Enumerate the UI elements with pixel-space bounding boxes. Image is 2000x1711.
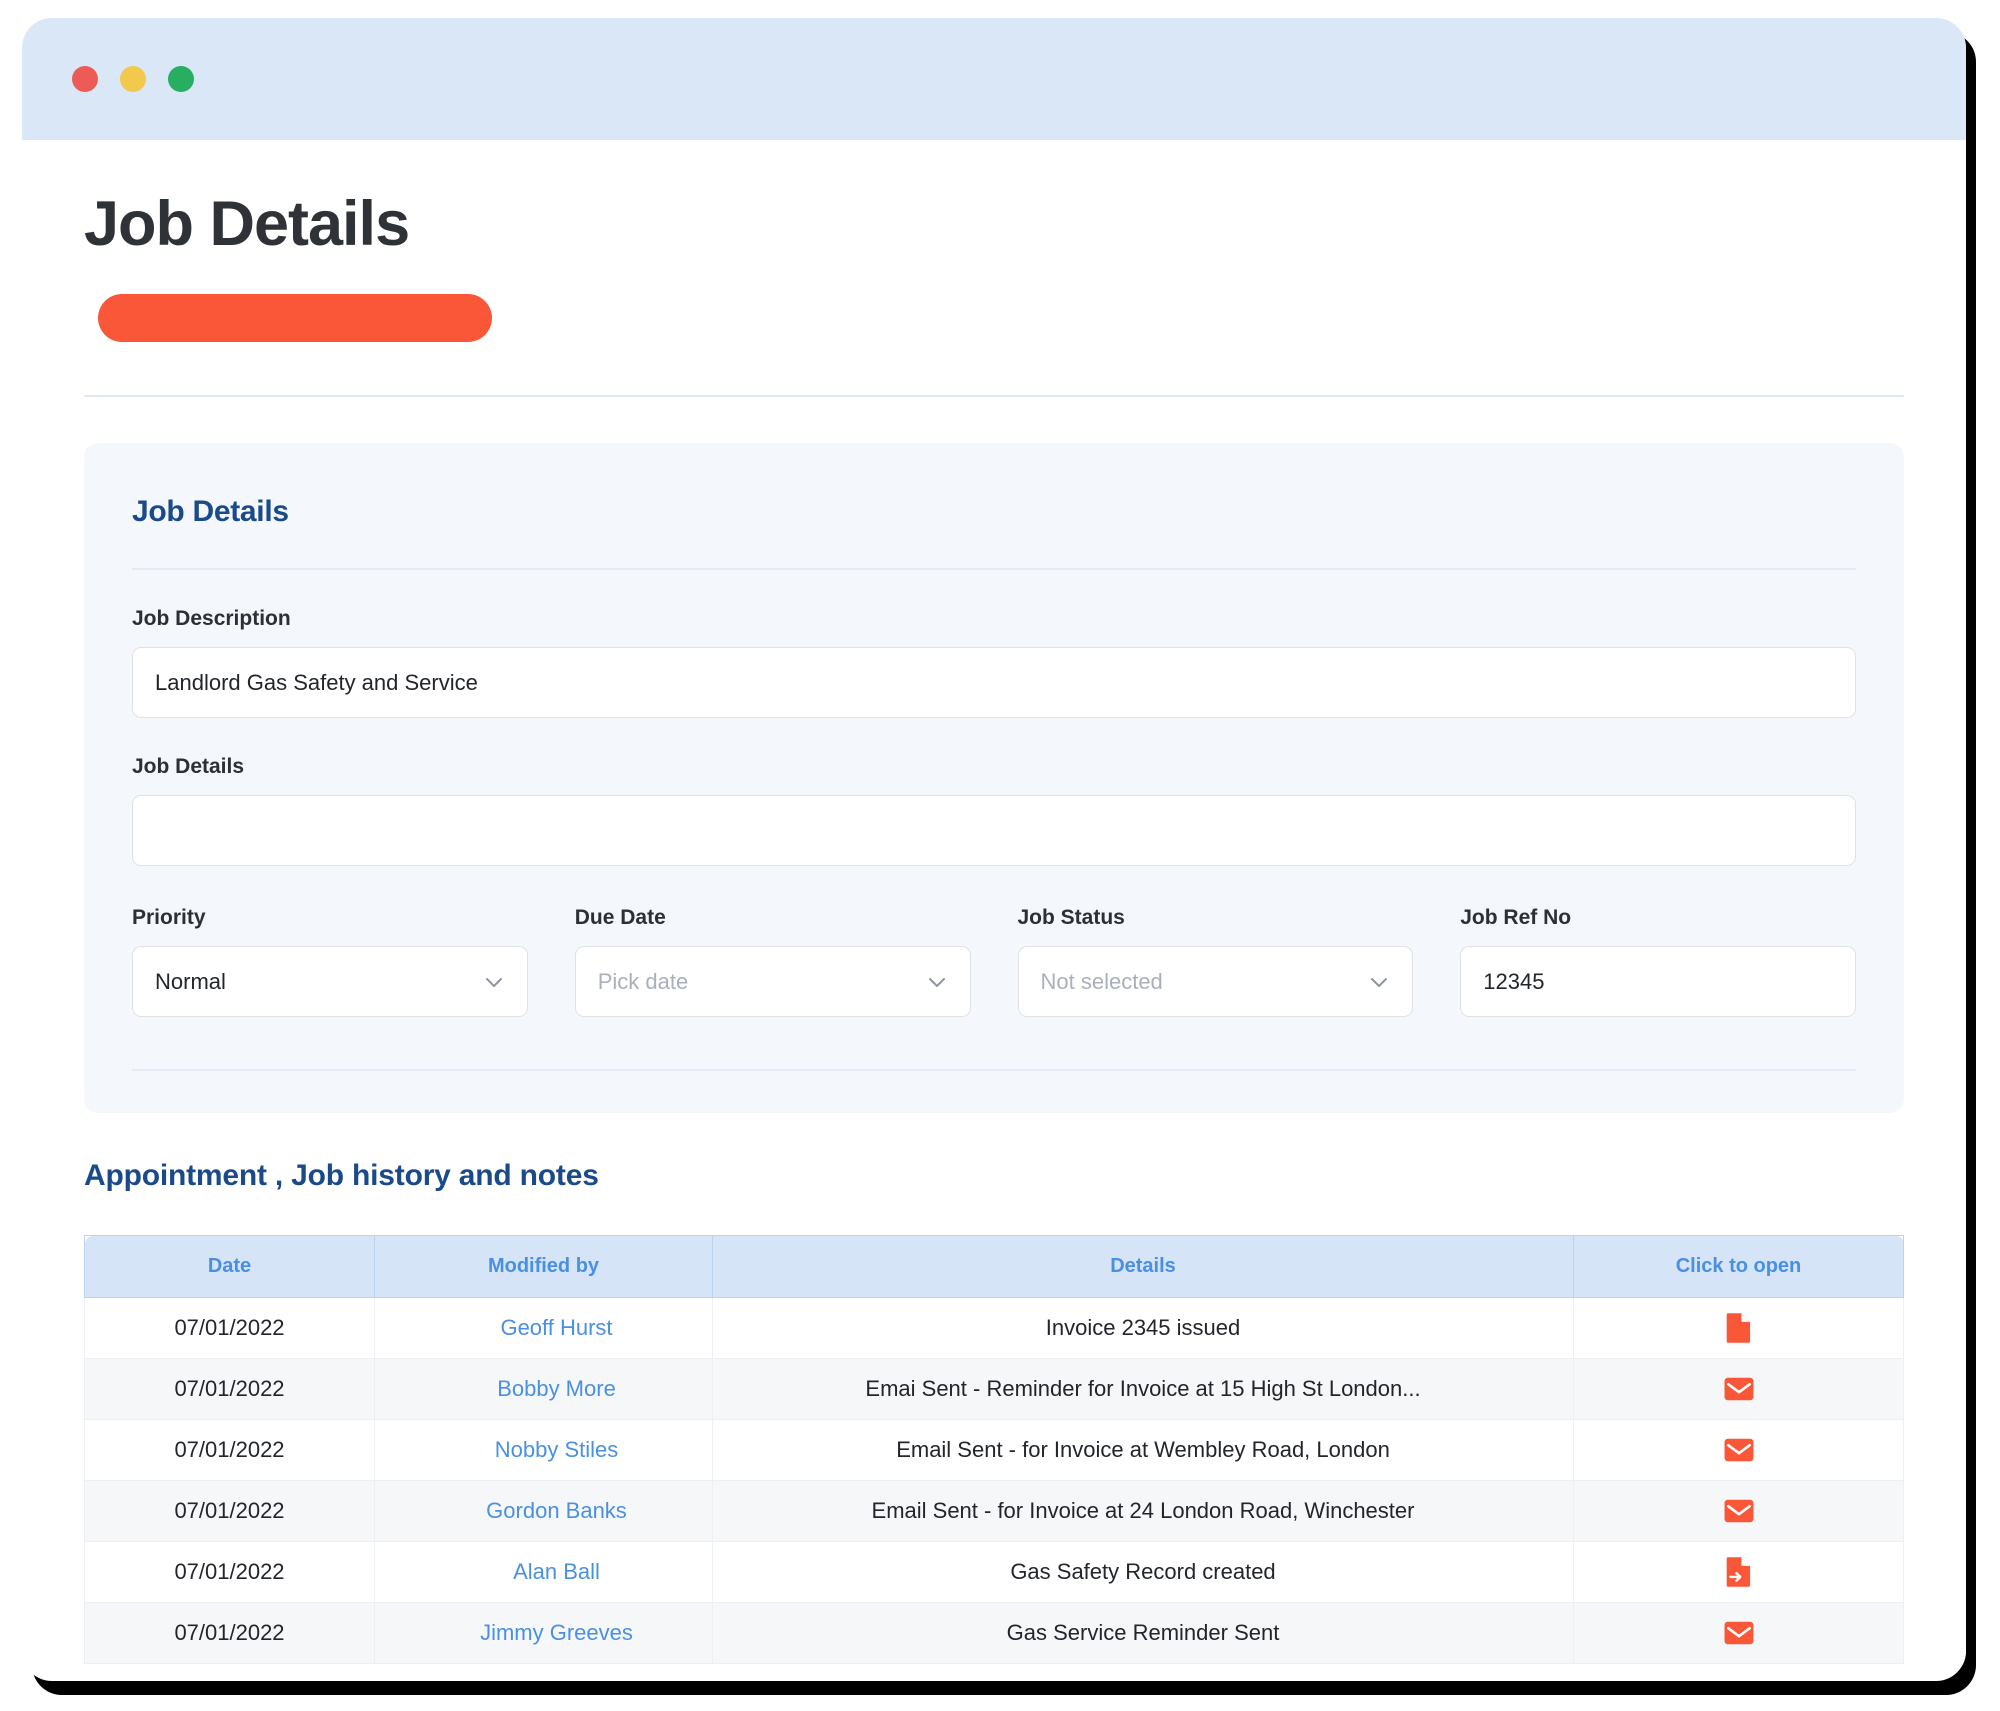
history-section-title: Appointment , Job history and notes [84,1159,1904,1193]
card-bottom-divider [132,1069,1856,1071]
job-details-input[interactable] [132,795,1856,866]
envelope-icon[interactable] [1724,1436,1754,1461]
app-window: Job Details Job Details Job Description … [22,18,1966,1681]
job-status-select[interactable]: Not selected [1018,946,1414,1017]
envelope-icon[interactable] [1724,1619,1754,1644]
cell-modified-by: Nobby Stiles [375,1420,713,1481]
window-titlebar [22,18,1966,140]
cell-date: 07/01/2022 [85,1359,375,1420]
column-header-modified-by[interactable]: Modified by [375,1236,713,1298]
due-date-value: Pick date [598,969,689,995]
file-icon[interactable] [1724,1314,1754,1339]
cell-open-action[interactable] [1574,1420,1904,1481]
table-body: 07/01/2022 Geoff Hurst Invoice 2345 issued… [85,1298,1904,1664]
job-status-value: Not selected [1041,969,1163,995]
job-details-label: Job Details [132,755,1856,779]
user-link[interactable]: Alan Ball [513,1559,600,1584]
job-description-input[interactable] [132,647,1856,718]
job-ref-no-field-group: Job Ref No [1460,906,1856,1017]
cell-details: Emai Sent - Reminder for Invoice at 15 H… [713,1359,1574,1420]
cell-modified-by: Alan Ball [375,1542,713,1603]
job-ref-no-input[interactable] [1460,946,1856,1017]
cell-details: Gas Safety Record created [713,1542,1574,1603]
job-status-field-group: Job Status Not selected [1018,906,1414,1017]
user-link[interactable]: Jimmy Greeves [480,1620,633,1645]
maximize-window-button[interactable] [168,66,194,92]
job-attributes-row: Priority Normal Due Date [132,906,1856,1017]
card-title: Job Details [132,495,1856,529]
user-link[interactable]: Nobby Stiles [495,1437,619,1462]
cell-date: 07/01/2022 [85,1298,375,1359]
table-header-row: Date Modified by Details Click to open [85,1236,1904,1298]
cell-date: 07/01/2022 [85,1542,375,1603]
minimize-window-button[interactable] [120,66,146,92]
cell-details: Gas Service Reminder Sent [713,1603,1574,1664]
table-row: 07/01/2022 Bobby More Emai Sent - Reminder… [85,1359,1904,1420]
cell-modified-by: Jimmy Greeves [375,1603,713,1664]
envelope-icon[interactable] [1724,1497,1754,1522]
due-date-picker[interactable]: Pick date [575,946,971,1017]
table-row: 07/01/2022 Gordon Banks Email Sent - for I… [85,1481,1904,1542]
cell-date: 07/01/2022 [85,1420,375,1481]
cell-details: Invoice 2345 issued [713,1298,1574,1359]
envelope-icon[interactable] [1724,1375,1754,1400]
table-row: 07/01/2022 Jimmy Greeves Gas Service Remin… [85,1603,1904,1664]
cell-open-action[interactable] [1574,1603,1904,1664]
job-status-label: Job Status [1018,906,1414,930]
close-window-button[interactable] [72,66,98,92]
cell-open-action[interactable] [1574,1481,1904,1542]
table-row: 07/01/2022 Alan Ball Gas Safety Record cre… [85,1542,1904,1603]
primary-action-button[interactable] [98,294,492,342]
job-details-field-group: Job Details [132,755,1856,866]
cell-details: Email Sent - for Invoice at Wembley Road… [713,1420,1574,1481]
table-header: Date Modified by Details Click to open [85,1236,1904,1298]
cell-details: Email Sent - for Invoice at 24 London Ro… [713,1481,1574,1542]
priority-field-group: Priority Normal [132,906,528,1017]
header-divider [84,395,1904,397]
screen-root: Job Details Job Details Job Description … [0,0,2000,1711]
card-divider [132,568,1856,570]
cell-modified-by: Geoff Hurst [375,1298,713,1359]
page-title: Job Details [84,188,1904,260]
priority-label: Priority [132,906,528,930]
priority-value: Normal [155,969,226,995]
job-details-card: Job Details Job Description Job Details … [84,443,1904,1113]
job-description-field-group: Job Description [132,607,1856,718]
file-export-icon[interactable] [1724,1558,1754,1583]
job-ref-no-label: Job Ref No [1460,906,1856,930]
table-row: 07/01/2022 Geoff Hurst Invoice 2345 issued [85,1298,1904,1359]
cell-open-action[interactable] [1574,1542,1904,1603]
priority-select[interactable]: Normal [132,946,528,1017]
cell-modified-by: Gordon Banks [375,1481,713,1542]
due-date-label: Due Date [575,906,971,930]
column-header-details[interactable]: Details [713,1236,1574,1298]
due-date-field-group: Due Date Pick date [575,906,971,1017]
cell-date: 07/01/2022 [85,1481,375,1542]
cell-modified-by: Bobby More [375,1359,713,1420]
page-content: Job Details Job Details Job Description … [22,188,1966,1664]
user-link[interactable]: Gordon Banks [486,1498,627,1523]
user-link[interactable]: Bobby More [497,1376,616,1401]
cell-open-action[interactable] [1574,1359,1904,1420]
user-link[interactable]: Geoff Hurst [500,1315,612,1340]
table-row: 07/01/2022 Nobby Stiles Email Sent - for I… [85,1420,1904,1481]
job-description-label: Job Description [132,607,1856,631]
cell-date: 07/01/2022 [85,1603,375,1664]
column-header-click-to-open[interactable]: Click to open [1574,1236,1904,1298]
column-header-date[interactable]: Date [85,1236,375,1298]
cell-open-action[interactable] [1574,1298,1904,1359]
job-history-table: Date Modified by Details Click to open 0… [84,1235,1904,1664]
